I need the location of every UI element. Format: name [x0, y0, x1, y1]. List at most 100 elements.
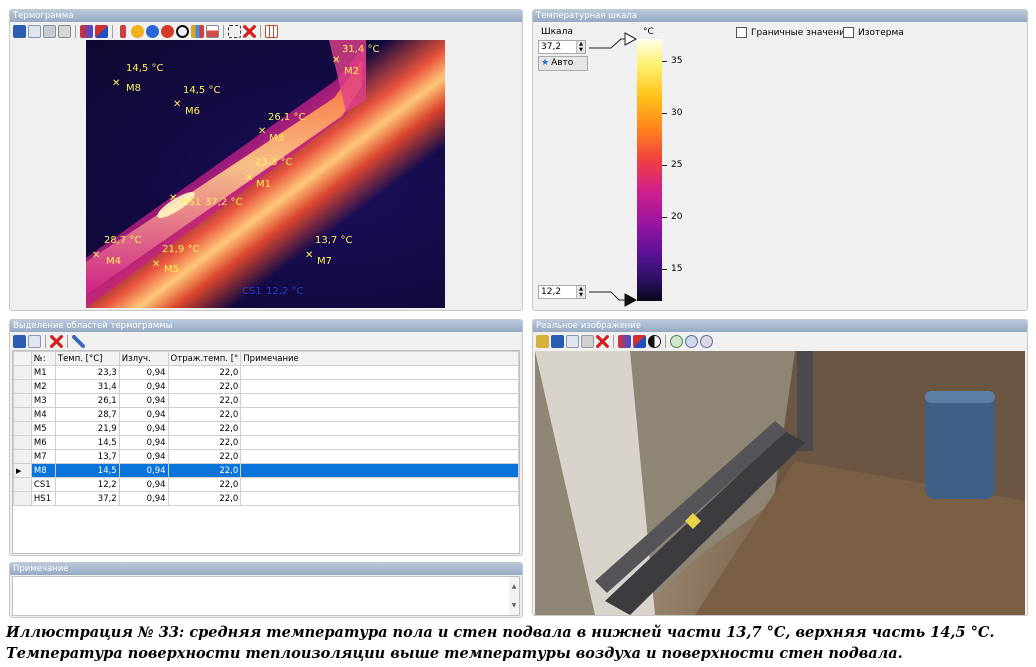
table-row[interactable]: M5 21,9 0,94 22,0 [13, 421, 519, 436]
layers-icon[interactable] [95, 24, 108, 38]
column-header-temp[interactable]: Темп. [°C] [54, 351, 120, 366]
thermogram-image[interactable] [86, 40, 445, 308]
table-row[interactable]: CS1 12,2 0,94 22,0 [13, 477, 519, 492]
cell-reflected-temp: 22,0 [167, 421, 242, 436]
cell-note[interactable] [240, 379, 519, 394]
palette-icon[interactable] [80, 24, 93, 38]
row-pointer-icon[interactable]: ▶ [13, 463, 32, 478]
thermogram-panel-title: Термограмма [10, 10, 522, 22]
real-image-photo[interactable] [535, 351, 1025, 615]
copy-icon[interactable] [566, 334, 579, 348]
cold-spot-icon[interactable] [161, 24, 174, 38]
min-value-input[interactable]: 12,2 ▲ ▼ [538, 285, 586, 299]
column-header-note[interactable]: Примечание [240, 351, 519, 366]
pen-icon[interactable] [72, 334, 85, 348]
delete-icon[interactable] [243, 24, 256, 38]
row-header[interactable] [13, 491, 32, 506]
cell-note[interactable] [240, 393, 519, 408]
note-scrollbar[interactable]: ▲ ▼ [509, 577, 519, 615]
cell-emissivity: 0,94 [118, 365, 169, 380]
no-entry-icon[interactable] [176, 24, 189, 38]
scale-tick-25 [662, 165, 667, 166]
row-header[interactable] [13, 435, 32, 450]
hot-spot-icon[interactable] [131, 24, 144, 38]
cell-emissivity: 0,94 [118, 491, 169, 506]
table-row[interactable]: M1 23,3 0,94 22,0 [13, 365, 519, 380]
cell-note[interactable] [240, 407, 519, 422]
bar-chart-icon[interactable] [191, 24, 204, 38]
copy-icon[interactable] [28, 334, 41, 348]
table-row-selected[interactable]: ▶ M8 14,5 0,94 22,0 [13, 463, 519, 478]
cell-reflected-temp: 22,0 [167, 365, 242, 380]
table-row[interactable]: M3 26,1 0,94 22,0 [13, 393, 519, 408]
delete-icon[interactable] [50, 334, 63, 348]
cell-reflected-temp: 22,0 [167, 393, 242, 408]
cell-note[interactable] [240, 463, 519, 478]
boundary-values-label: Граничные значения [751, 27, 851, 38]
zoom-fit-icon[interactable] [700, 334, 713, 348]
marker-hs1-temp: 37,2 °C [205, 197, 243, 208]
export-icon[interactable] [581, 334, 594, 348]
isotherm-checkbox[interactable]: Изотерма [843, 27, 904, 38]
color-scale-bar [637, 39, 662, 301]
row-header[interactable] [13, 379, 32, 394]
cell-note[interactable] [240, 365, 519, 380]
cell-note[interactable] [240, 449, 519, 464]
row-header[interactable] [13, 407, 32, 422]
row-header[interactable] [13, 365, 32, 380]
checkbox-box [843, 27, 854, 38]
scale-tick-label-15: 15 [671, 264, 683, 274]
cell-note[interactable] [240, 491, 519, 506]
save-icon[interactable] [13, 334, 26, 348]
boundary-values-checkbox[interactable]: Граничные значения [736, 27, 850, 38]
cell-emissivity: 0,94 [118, 379, 169, 394]
row-header[interactable] [13, 421, 32, 436]
note-textarea[interactable] [12, 576, 520, 616]
note-panel: Примечание ▲ ▼ [9, 562, 523, 618]
column-header-reflected-temp[interactable]: Отраж.темп. [° [167, 351, 242, 366]
copy-icon[interactable] [28, 24, 41, 38]
print-icon[interactable] [58, 24, 71, 38]
scale-tick-35 [662, 61, 667, 62]
save-icon[interactable] [551, 334, 564, 348]
zoom-in-icon[interactable] [670, 334, 683, 348]
column-header-id[interactable]: №: [30, 351, 56, 366]
grid-icon[interactable] [265, 24, 278, 38]
cell-reflected-temp: 22,0 [167, 407, 242, 422]
cell-id: M8 [30, 463, 56, 478]
min-value-spinner[interactable]: ▲ ▼ [576, 286, 585, 298]
table-row[interactable]: M2 31,4 0,94 22,0 [13, 379, 519, 394]
row-header[interactable] [13, 449, 32, 464]
export-icon[interactable] [43, 24, 56, 38]
layers-icon[interactable] [633, 334, 646, 348]
spot-icon[interactable] [146, 24, 159, 38]
open-image-icon[interactable] [536, 334, 549, 348]
min-value-text: 12,2 [541, 287, 562, 297]
zoom-out-icon[interactable] [685, 334, 698, 348]
select-area-icon[interactable] [228, 24, 241, 38]
scale-label: Шкала [541, 27, 573, 37]
cell-note[interactable] [240, 477, 519, 492]
row-header-corner [13, 351, 32, 366]
cell-id: M5 [30, 421, 56, 436]
cell-note[interactable] [240, 435, 519, 450]
row-header[interactable] [13, 393, 32, 408]
contrast-icon[interactable] [648, 334, 661, 348]
cell-emissivity: 0,94 [118, 449, 169, 464]
histogram-icon[interactable] [206, 24, 219, 38]
column-header-emissivity[interactable]: Излуч. [118, 351, 169, 366]
table-row[interactable]: M7 13,7 0,94 22,0 [13, 449, 519, 464]
row-header[interactable] [13, 477, 32, 492]
table-row[interactable]: M6 14,5 0,94 22,0 [13, 435, 519, 450]
cell-reflected-temp: 22,0 [167, 491, 242, 506]
cell-note[interactable] [240, 421, 519, 436]
table-row[interactable]: M4 28,7 0,94 22,0 [13, 407, 519, 422]
delete-icon[interactable] [596, 334, 609, 348]
marker-m7-temp: 13,7 °C [315, 235, 353, 246]
max-value-text: 37,2 [541, 42, 562, 52]
max-value-input[interactable]: 37,2 ▲ ▼ [538, 40, 586, 54]
palette-icon[interactable] [618, 334, 631, 348]
save-icon[interactable] [13, 24, 26, 38]
table-row[interactable]: HS1 37,2 0,94 22,0 [13, 491, 519, 506]
thermometer-icon[interactable] [120, 24, 126, 38]
